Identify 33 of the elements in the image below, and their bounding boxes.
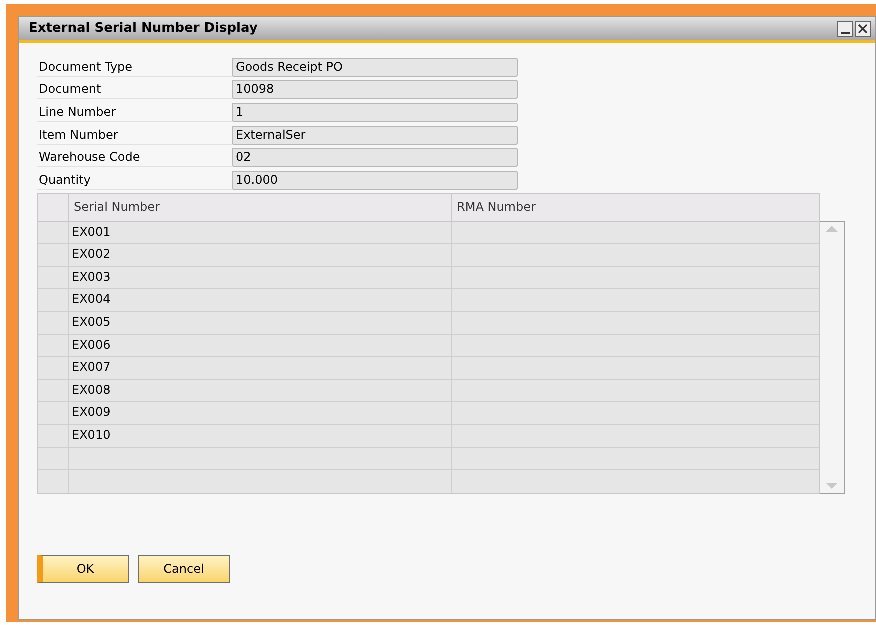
field-value: 10098 — [232, 80, 518, 100]
field-label: Warehouse Code — [37, 148, 232, 168]
table-cell: EX003 — [69, 266, 452, 288]
column-header[interactable]: RMA Number — [452, 194, 819, 221]
close-icon — [858, 24, 868, 34]
table-cell: EX010 — [69, 424, 452, 446]
table-cell: EX009 — [69, 402, 452, 424]
table-cell: EX008 — [69, 380, 452, 402]
minimize-button[interactable] — [837, 20, 853, 36]
field-value: Goods Receipt PO — [232, 58, 518, 77]
field-value: 1 — [232, 102, 518, 122]
ok-button[interactable]: OK — [37, 554, 129, 583]
window-title: External Serial Number Display — [29, 20, 258, 38]
field-value: 02 — [232, 148, 518, 168]
field-value: ExternalSer — [232, 126, 518, 145]
scroll-up-icon[interactable] — [826, 224, 838, 233]
field-label: Line Number — [37, 102, 232, 122]
field-value: 10.000 — [232, 170, 518, 190]
field-label: Quantity — [37, 170, 232, 190]
scroll-down-icon[interactable] — [826, 482, 838, 490]
table-cell: EX002 — [69, 244, 452, 266]
column-header[interactable]: Serial Number — [69, 194, 452, 221]
close-button[interactable] — [855, 20, 871, 36]
table-cell: EX001 — [69, 222, 452, 244]
field-label: Document Type — [37, 58, 232, 77]
field-label: Document — [37, 80, 232, 100]
table-cell: EX005 — [69, 312, 452, 334]
scrollbar[interactable] — [820, 220, 845, 494]
table-cell: EX004 — [69, 289, 452, 311]
field-label: Item Number — [37, 126, 232, 145]
table-cell: EX007 — [69, 357, 452, 379]
cancel-button[interactable]: Cancel — [138, 554, 230, 583]
table-cell: EX006 — [69, 334, 452, 356]
